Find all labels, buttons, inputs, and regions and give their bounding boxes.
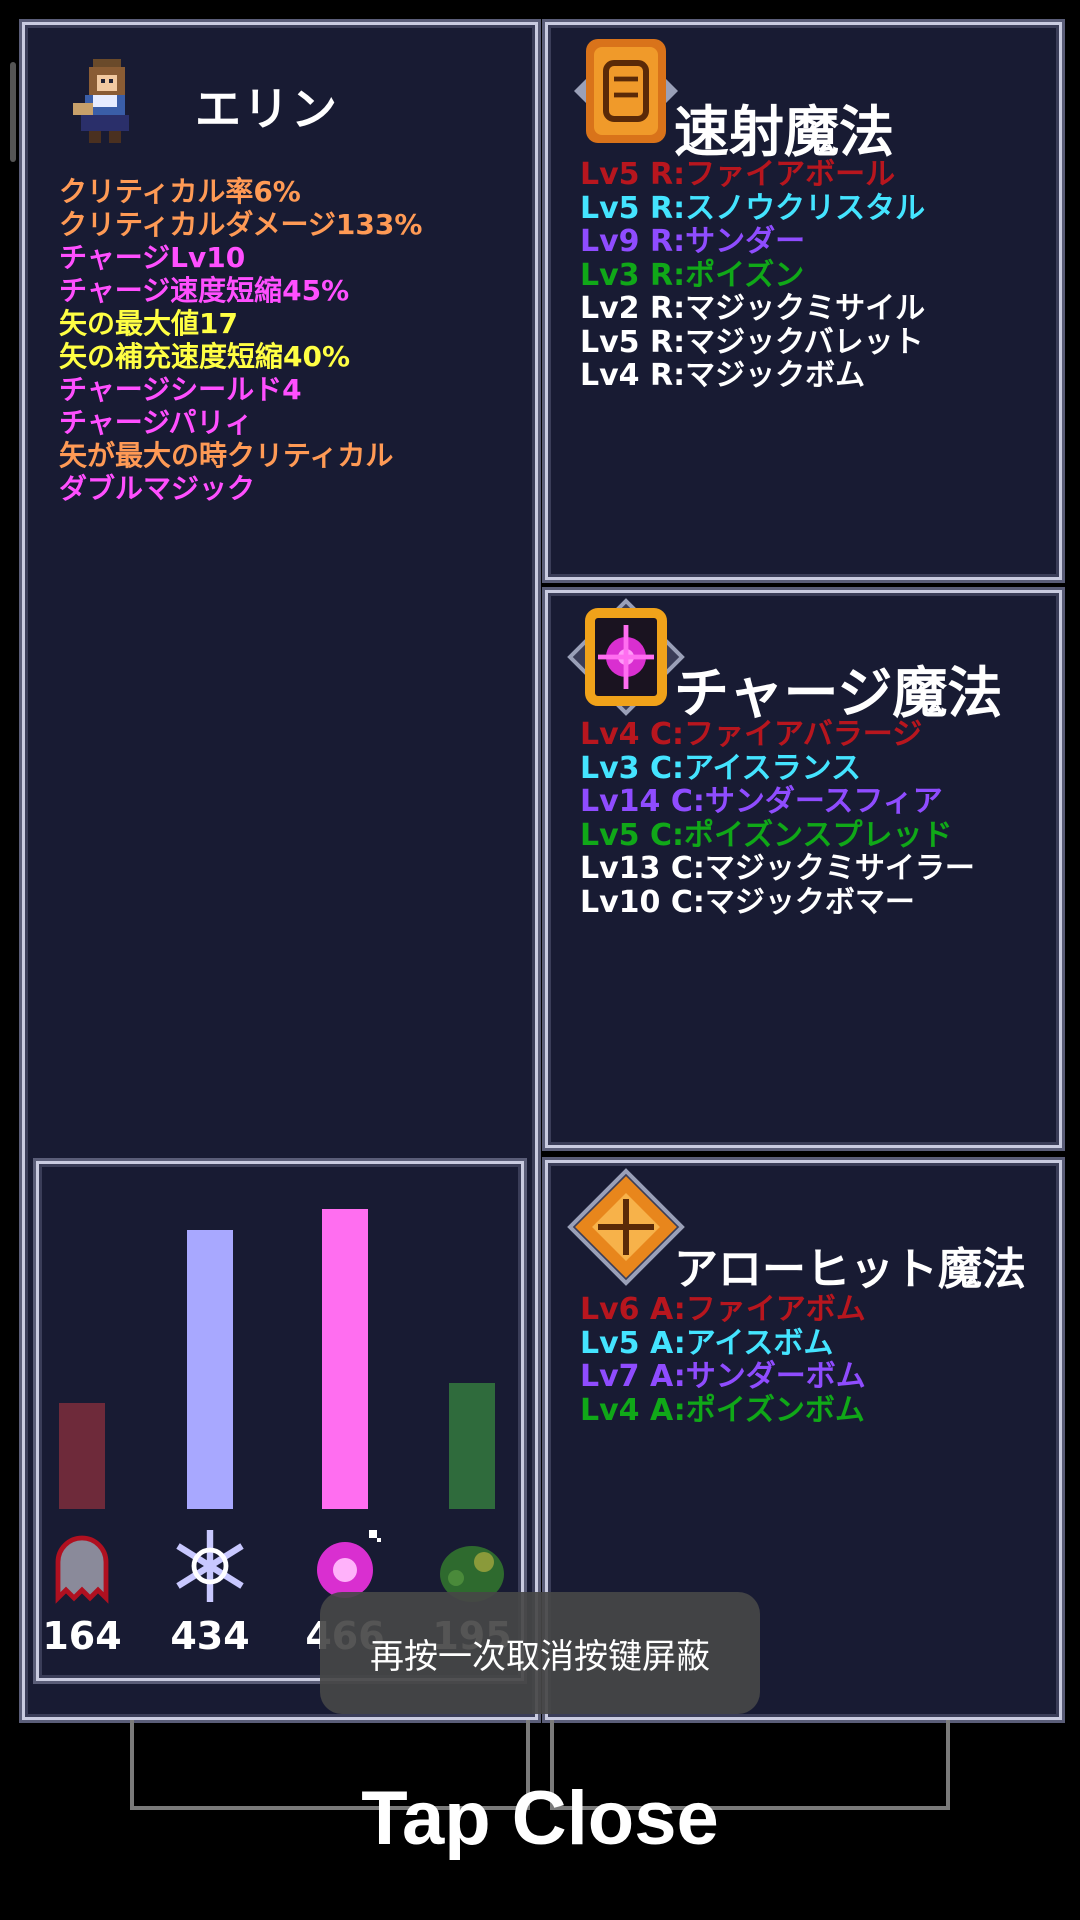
rapid-magic-item: Lv4 R:マジックボム xyxy=(580,358,866,393)
charge-magic-item: Lv10 C:マジックボマー xyxy=(580,884,915,920)
thunder-bar xyxy=(322,1209,368,1509)
arrowhit-magic-list: Lv6 A:ファイアボム Lv5 A:アイスボム Lv7 A:サンダーボム Lv4 A… xyxy=(580,1293,866,1427)
fire-count: 164 xyxy=(42,1614,122,1658)
rapid-magic-list: Lv5 R:ファイアボール Lv5 R:スノウクリスタル Lv9 R:サンダー Lv3… xyxy=(580,158,925,393)
charge-crosshair-icon xyxy=(567,598,685,716)
charge-magic-item: Lv3 C:アイスランス xyxy=(580,750,862,786)
trait-list: クリティカル率6% クリティカルダメージ133% チャージLv10 チャージ速度短縮4… xyxy=(59,175,422,505)
trait-item: ダブルマジック xyxy=(59,472,256,505)
ice-count: 434 xyxy=(170,1614,250,1658)
rapid-magic-panel: 速射魔法 Lv5 R:ファイアボール Lv5 R:スノウクリスタル Lv9 R:サン… xyxy=(545,22,1062,580)
rapid-magic-item: Lv9 R:サンダー xyxy=(580,224,806,259)
trait-item: チャージパリィ xyxy=(59,406,253,439)
rapid-magic-item: Lv3 R:ポイズン xyxy=(580,257,805,293)
trait-item: クリティカル率6% xyxy=(59,175,301,208)
charge-magic-list: Lv4 C:ファイアバラージ Lv3 C:アイスランス Lv14 C:サンダースフィ… xyxy=(580,718,975,919)
charge-magic-title: チャージ魔法 xyxy=(674,661,1003,725)
rapid-magic-item: Lv5 R:スノウクリスタル xyxy=(580,190,926,226)
scroll-indicator xyxy=(10,62,16,162)
trait-item: 矢の最大値17 xyxy=(59,307,238,340)
trait-item: 矢が最大の時クリティカル xyxy=(59,439,394,472)
trait-item: チャージシールド4 xyxy=(59,373,302,406)
snowflake-icon xyxy=(170,1526,250,1606)
character-sprite-icon xyxy=(73,59,129,143)
rapid-magic-item: Lv5 R:マジックバレット xyxy=(580,324,924,360)
fire-ghost-icon xyxy=(42,1526,122,1606)
charge-magic-item: Lv14 C:サンダースフィア xyxy=(580,784,943,819)
charge-magic-item: Lv4 C:ファイアバラージ xyxy=(580,717,923,752)
charge-magic-item: Lv5 C:ポイズンスプレッド xyxy=(580,817,953,853)
arrowhit-magic-item: Lv6 A:ファイアボム xyxy=(580,1292,866,1327)
trait-item: 矢の補充速度短縮40% xyxy=(59,340,351,373)
arrow-hit-scroll-icon xyxy=(567,1168,685,1286)
character-name: エリン xyxy=(195,82,339,136)
trait-item: チャージ速度短縮45% xyxy=(59,274,350,307)
ice-bar xyxy=(187,1230,233,1509)
fire-bar xyxy=(59,1403,105,1509)
rapid-magic-item: Lv2 R:マジックミサイル xyxy=(580,291,926,326)
arrowhit-magic-title: アローヒット魔法 xyxy=(674,1244,1026,1295)
trait-item: クリティカルダメージ133% xyxy=(59,208,423,241)
rapid-fire-scroll-icon xyxy=(574,39,678,143)
arrowhit-magic-item: Lv7 A:サンダーボム xyxy=(580,1359,866,1394)
trait-item: チャージLv10 xyxy=(59,241,246,274)
tap-close-button[interactable]: Tap Close xyxy=(0,1775,1080,1862)
charge-magic-item: Lv13 C:マジックミサイラー xyxy=(580,851,975,886)
charge-magic-panel: チャージ魔法 Lv4 C:ファイアバラージ Lv3 C:アイスランス Lv14 C:… xyxy=(545,590,1062,1148)
poison-bar xyxy=(449,1383,495,1509)
arrowhit-magic-item: Lv4 A:ポイズンボム xyxy=(580,1392,865,1428)
toast-message: 再按一次取消按键屏蔽 xyxy=(320,1592,760,1714)
arrowhit-magic-item: Lv5 A:アイスボム xyxy=(580,1325,834,1361)
rapid-magic-item: Lv5 R:ファイアボール xyxy=(580,157,896,192)
rapid-magic-title: 速射魔法 xyxy=(674,100,895,164)
